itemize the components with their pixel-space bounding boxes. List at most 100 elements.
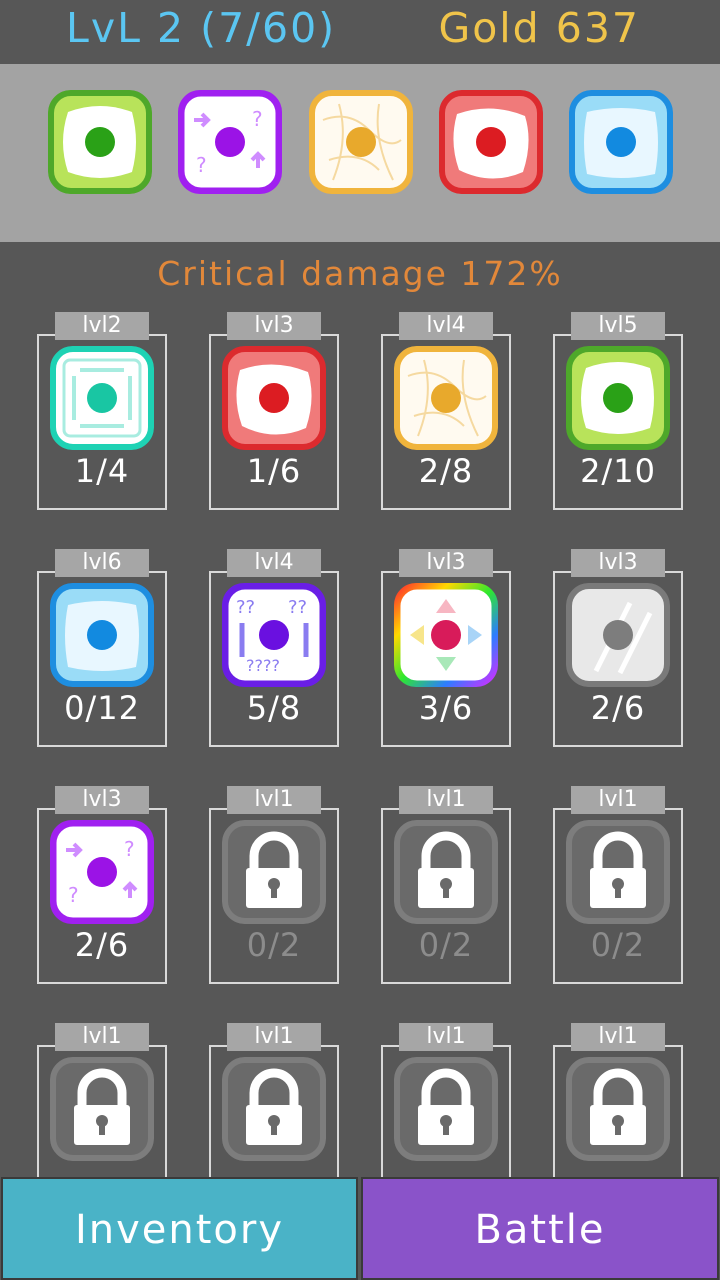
card-level-tag: lvl2 [55,312,149,340]
dice-card[interactable]: lvl4?? ?? ???? 5/8 [209,549,339,747]
equipped-dice-bar: ? ? [0,64,720,242]
card-level-tag: lvl3 [399,549,493,577]
green-die-icon [48,90,152,194]
card-level-tag: lvl4 [399,312,493,340]
card-die [394,583,498,687]
card-die: ?? ?? ???? [222,583,326,687]
card-die [566,1057,670,1161]
card-progress-count: 2/10 [580,452,656,490]
equipped-slot-5[interactable] [569,90,673,194]
card-die [222,820,326,924]
yellow-die-icon [309,90,413,194]
red-die-icon [222,346,326,450]
lock-icon [222,820,326,924]
equipped-slot-3[interactable] [309,90,413,194]
card-die [50,1057,154,1161]
locked-dice-card[interactable]: lvl1 0/2 [553,786,683,984]
card-progress-count: 1/6 [246,452,302,490]
player-level: LvL 2 (7/60) [66,4,337,52]
card-level-tag: lvl1 [399,786,493,814]
card-progress-count: 2/8 [418,452,474,490]
violet-die-icon: ?? ?? ???? [222,583,326,687]
purple-die-icon: ? ? [50,820,154,924]
card-progress-count: 0/2 [418,926,474,964]
lock-icon [566,820,670,924]
locked-dice-card[interactable]: lvl1 [209,1023,339,1221]
lock-icon [394,1057,498,1161]
blue-die-icon [50,583,154,687]
dice-card[interactable]: lvl3 1/6 [209,312,339,510]
dice-card[interactable]: lvl5 2/10 [553,312,683,510]
equipped-slot-2[interactable]: ? ? [178,90,282,194]
card-level-tag: lvl6 [55,549,149,577]
locked-dice-card[interactable]: lvl1 0/2 [381,786,511,984]
card-die [566,820,670,924]
teal-die-icon [50,346,154,450]
card-level-tag: lvl1 [399,1023,493,1051]
dice-card[interactable]: lvl4 2/8 [381,312,511,510]
locked-dice-card[interactable]: lvl1 0/2 [209,786,339,984]
card-level-tag: lvl1 [55,1023,149,1051]
dice-card[interactable]: lvl3 2/6 [553,549,683,747]
dice-card[interactable]: lvl3? ? 2/6 [37,786,167,984]
locked-dice-card[interactable]: lvl1 [381,1023,511,1221]
svg-text:??: ?? [288,597,307,618]
gold-counter: Gold 637 [438,4,640,52]
grey-die-icon [566,583,670,687]
blue-die-icon [569,90,673,194]
card-level-tag: lvl1 [227,786,321,814]
card-level-tag: lvl1 [227,1023,321,1051]
card-die [222,1057,326,1161]
card-die: ? ? [50,820,154,924]
card-progress-count: 0/12 [64,689,140,727]
card-die [566,583,670,687]
card-level-tag: lvl3 [571,549,665,577]
purple-die-icon: ? ? [178,90,282,194]
card-level-tag: lvl3 [55,786,149,814]
svg-text:?: ? [252,107,263,131]
lock-icon [50,1057,154,1161]
lock-icon [394,820,498,924]
rainbow-die-icon [394,583,498,687]
card-progress-count: 2/6 [590,689,646,727]
battle-button[interactable]: Battle [361,1177,719,1280]
card-die [394,820,498,924]
card-progress-count: 5/8 [246,689,302,727]
red-die-icon [439,90,543,194]
yellow-die-icon [394,346,498,450]
card-progress-count: 0/2 [246,926,302,964]
svg-text:??: ?? [236,597,255,618]
top-bar: LvL 2 (7/60) Gold 637 [0,0,720,64]
dice-card[interactable]: lvl6 0/12 [37,549,167,747]
card-progress-count: 3/6 [418,689,474,727]
game-screen: LvL 2 (7/60) Gold 637 ? ? Critical damag… [0,0,720,1280]
card-die [394,346,498,450]
card-progress-count: 0/2 [590,926,646,964]
card-level-tag: lvl1 [571,786,665,814]
green-die-icon [566,346,670,450]
lock-icon [566,1057,670,1161]
lock-icon [222,1057,326,1161]
card-level-tag: lvl5 [571,312,665,340]
critical-damage-stat: Critical damage 172% [157,254,563,293]
card-die [566,346,670,450]
svg-text:????: ???? [246,656,280,675]
locked-dice-card[interactable]: lvl1 [553,1023,683,1221]
dice-card[interactable]: lvl2 1/4 [37,312,167,510]
dice-card[interactable]: lvl3 3/6 [381,549,511,747]
card-level-tag: lvl3 [227,312,321,340]
locked-dice-card[interactable]: lvl1 [37,1023,167,1221]
card-die [222,346,326,450]
card-die [394,1057,498,1161]
card-level-tag: lvl1 [571,1023,665,1051]
svg-text:?: ? [196,153,207,177]
card-progress-count: 2/6 [74,926,130,964]
svg-text:?: ? [68,883,79,907]
inventory-button[interactable]: Inventory [1,1177,358,1280]
card-die [50,346,154,450]
svg-text:?: ? [124,837,135,861]
equipped-slot-1[interactable] [48,90,152,194]
card-progress-count: 1/4 [74,452,130,490]
card-level-tag: lvl4 [227,549,321,577]
equipped-slot-4[interactable] [439,90,543,194]
